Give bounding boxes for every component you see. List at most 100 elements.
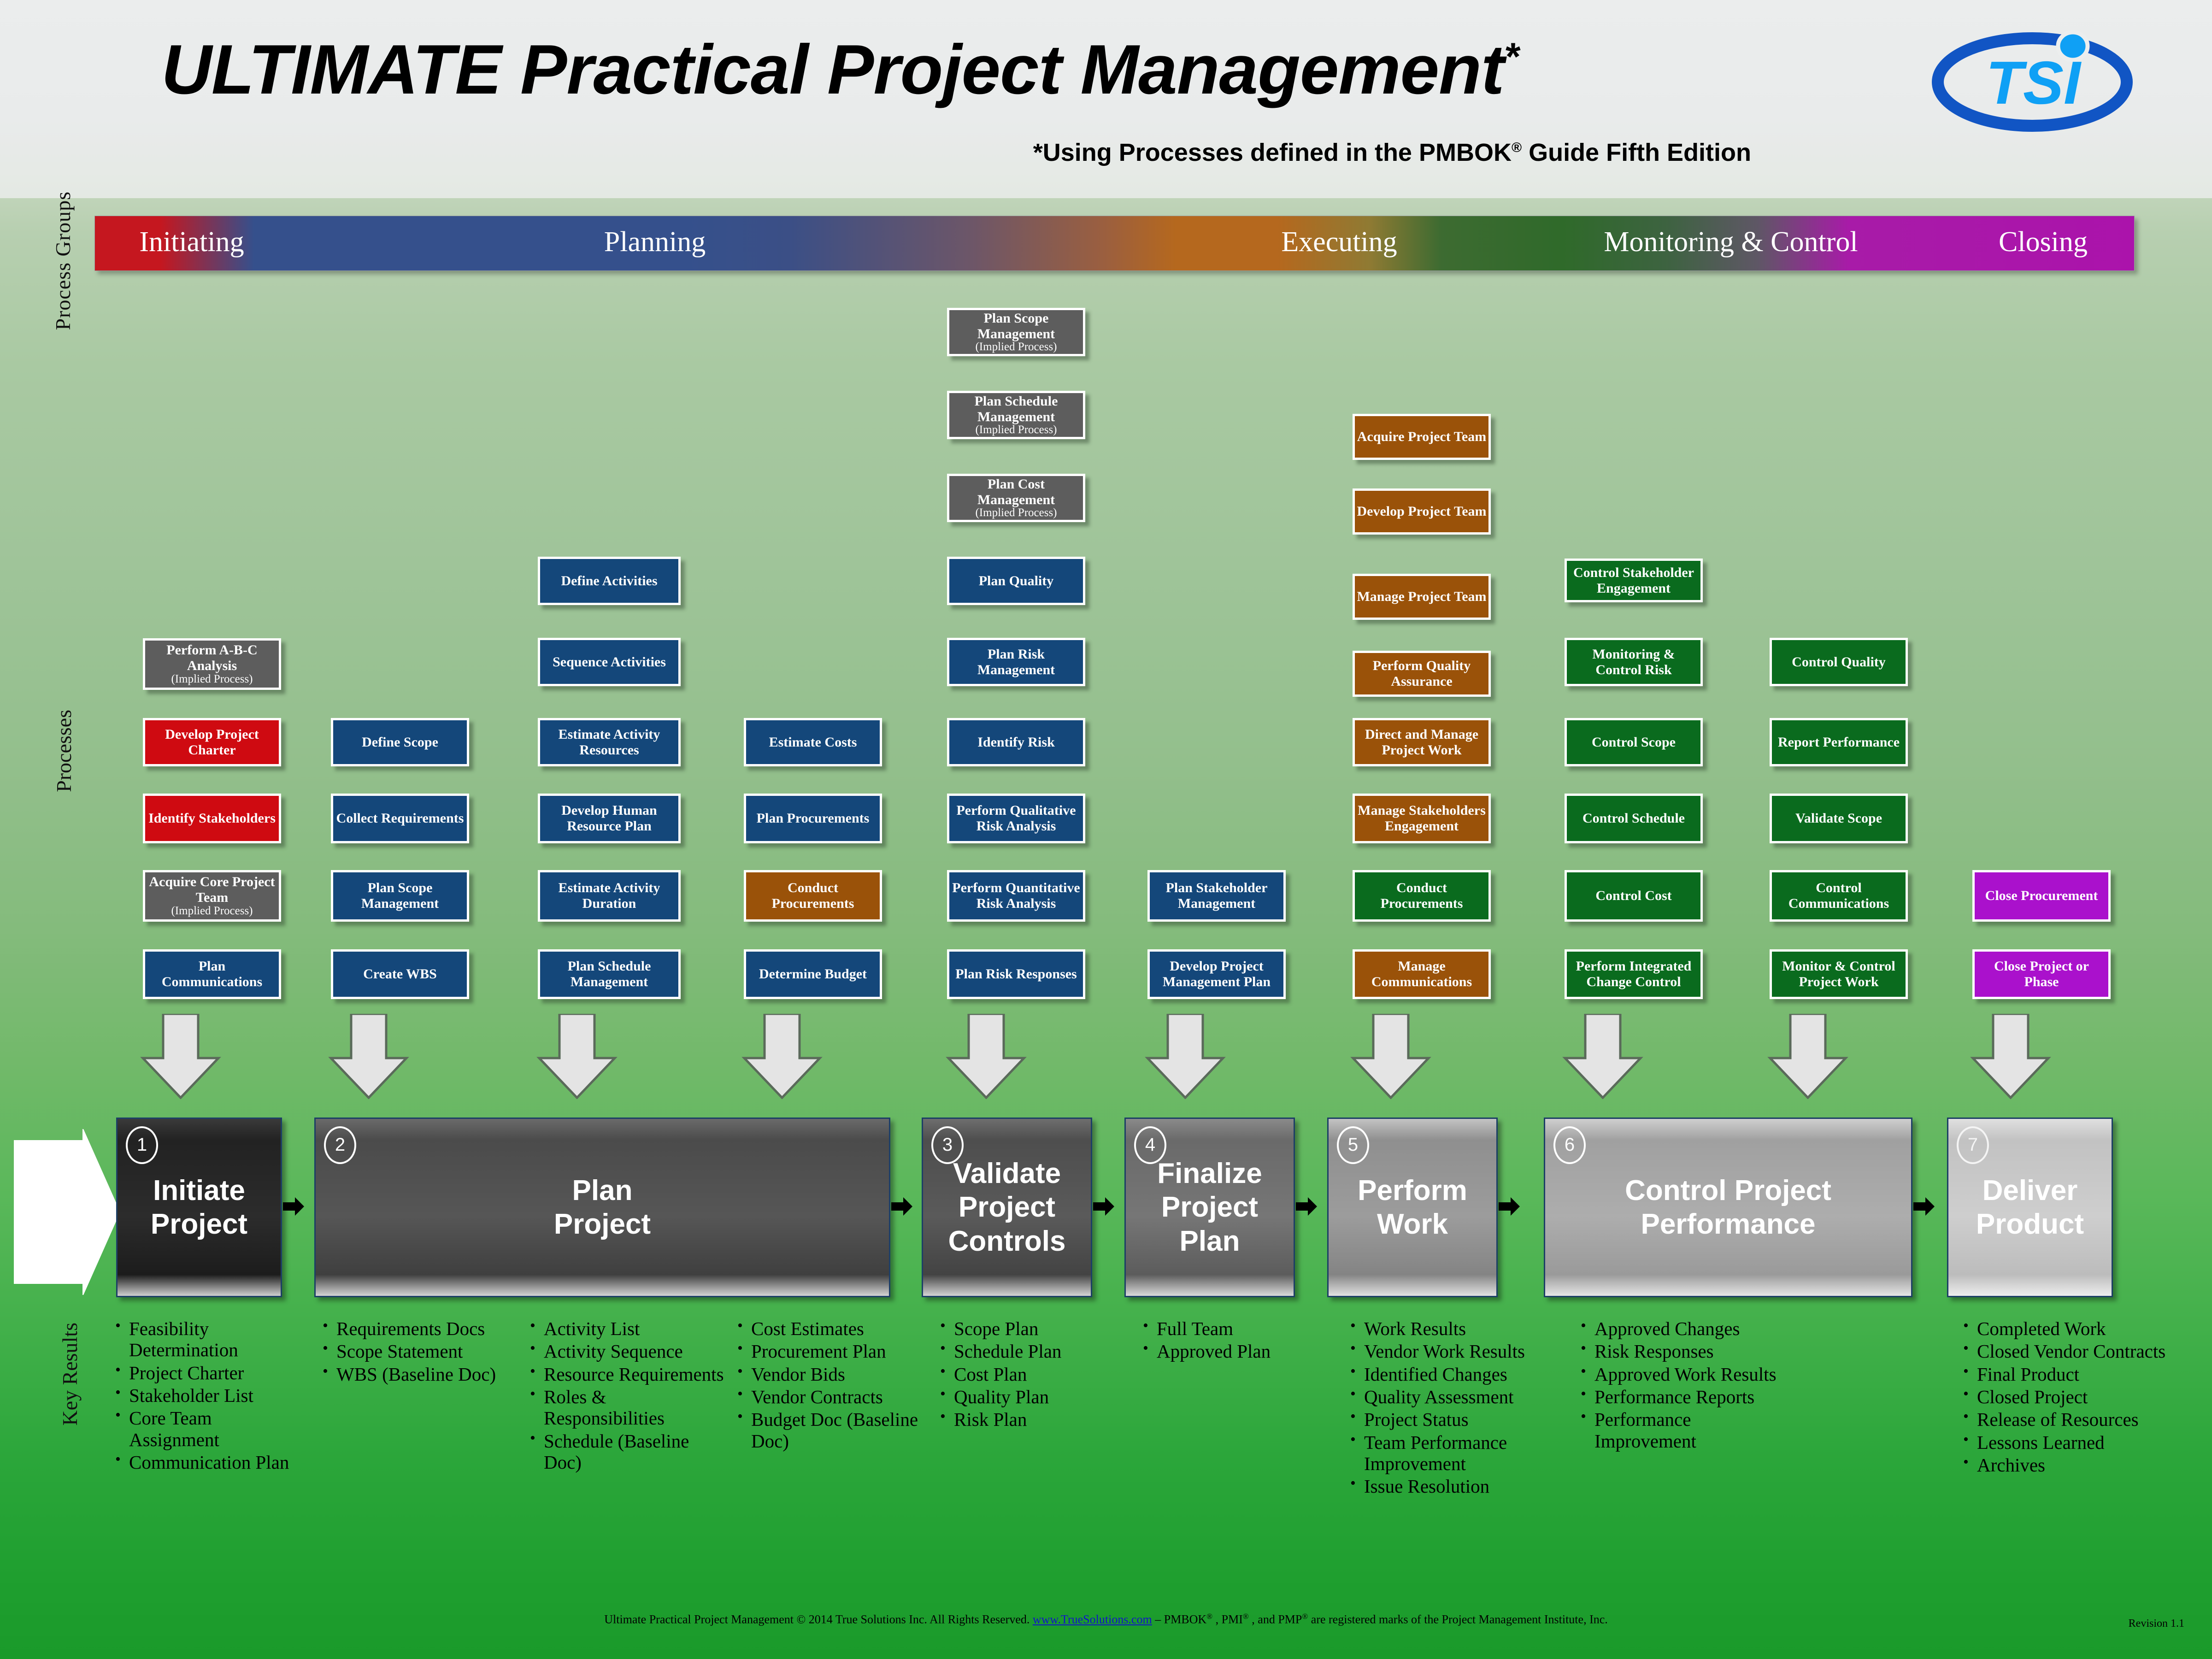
process-box-label: Collect Requirements [336,811,464,826]
process-box-label: Manage Project Team [1357,589,1487,605]
page-subtitle: *Using Processes defined in the PMBOK® G… [645,138,1751,167]
process-box[interactable]: Validate Scope [1770,794,1908,843]
process-box[interactable]: Develop Project Charter [143,718,281,766]
process-box[interactable]: Control Stakeholder Engagement [1565,559,1703,602]
process-box[interactable]: Define Activities [538,557,681,605]
process-box[interactable]: Perform A-B-C Analysis (Implied Process) [143,638,281,690]
process-box[interactable]: Plan Schedule Management [538,949,681,999]
process-box[interactable]: Develop Project Management Plan [1147,949,1286,999]
key-result-item: Core Team Assignment [115,1406,304,1450]
process-box[interactable]: Control Schedule [1565,794,1703,843]
process-box[interactable]: Plan Procurements [744,794,882,843]
key-result-item: Communication Plan [115,1451,304,1473]
truesolutions-link[interactable]: www.TrueSolutions.com [1033,1613,1152,1626]
process-box[interactable]: Estimate Activity Duration [538,870,681,922]
key-result-item: Full Team [1143,1317,1332,1339]
process-box[interactable]: Plan Schedule Management (Implied Process… [947,391,1085,439]
process-box[interactable]: Control Communications [1770,870,1908,922]
process-box[interactable]: Acquire Project Team [1353,414,1491,460]
process-box[interactable]: Acquire Core Project Team (Implied Proces… [143,870,281,922]
process-box[interactable]: Control Scope [1565,718,1703,766]
process-group-initiating: Initiating [139,226,244,258]
process-box[interactable]: Perform Qualitative Risk Analysis [947,794,1085,843]
poster-canvas: ULTIMATE Practical Project Management* *… [0,0,2212,1659]
process-box[interactable]: Manage Project Team [1353,574,1491,620]
process-box[interactable]: Report Performance [1770,718,1908,766]
process-box[interactable]: Collect Requirements [331,794,469,843]
process-group-monitoring-control: Monitoring & Control [1604,226,1858,258]
process-box[interactable]: Perform Integrated Change Control [1565,949,1703,999]
process-box[interactable]: Sequence Activities [538,638,681,686]
key-result-item: Closed Vendor Contracts [1963,1340,2175,1362]
key-result-item: Closed Project [1963,1385,2175,1407]
process-box[interactable]: Close Project or Phase [1972,949,2111,999]
process-box[interactable]: Plan Quality [947,557,1085,605]
step-number-badge: 5 [1337,1126,1369,1164]
key-result-item: Performance Reports [1581,1385,1788,1407]
process-box[interactable]: Plan Stakeholder Management [1147,870,1286,922]
process-box[interactable]: Create WBS [331,949,469,999]
process-box[interactable]: Develop Human Resource Plan [538,794,681,843]
step-box-6[interactable]: 6 Control Project Performance [1544,1118,1912,1297]
process-box[interactable]: Plan Scope Management (Implied Process) [947,308,1085,356]
process-box-label: Monitor & Control Project Work [1782,959,1895,989]
process-box[interactable]: Direct and Manage Project Work [1353,718,1491,766]
process-box[interactable]: Identify Risk [947,718,1085,766]
process-box-label: Plan Scope Management (Implied Process) [951,311,1081,353]
process-box-label: Close Project or Phase [1994,959,2089,989]
axis-label-key-results: Key Results [58,1323,82,1426]
key-result-item: Activity List [530,1317,728,1339]
revision-label: Revision 1.1 [2128,1618,2184,1630]
step-box-7[interactable]: 7 Deliver Product [1947,1118,2113,1297]
key-results-list: Feasibility DeterminationProject Charter… [111,1317,304,1473]
registered-icon-2: ® [1242,1612,1249,1621]
step-box-1[interactable]: 1 Initiate Project [116,1118,282,1297]
process-box-label: Plan Schedule Management [567,959,651,989]
key-result-item: Issue Resolution [1350,1475,1548,1497]
process-box[interactable]: Develop Project Team [1353,488,1491,535]
process-box[interactable]: Plan Scope Management [331,870,469,922]
process-box-label: Plan Risk Responses [955,966,1077,982]
process-box[interactable]: Control Cost [1565,870,1703,922]
step-box-3[interactable]: 3 Validate Project Controls [922,1118,1092,1297]
key-result-item: Cost Plan [940,1363,1129,1385]
key-results-list: Cost EstimatesProcurement PlanVendor Bid… [733,1317,931,1452]
process-box[interactable]: Perform Quality Assurance [1353,651,1491,697]
process-box-label: Plan Schedule Management (Implied Process… [951,394,1081,436]
key-result-item: Performance Improvement [1581,1408,1788,1452]
process-box[interactable]: Estimate Costs [744,718,882,766]
key-results-column: Feasibility DeterminationProject Charter… [111,1317,304,1474]
key-results-column: Completed WorkClosed Vendor ContractsFin… [1959,1317,2175,1477]
process-box[interactable]: Perform Quantitative Risk Analysis [947,870,1085,922]
key-result-item: Risk Responses [1581,1340,1788,1362]
process-box[interactable]: Define Scope [331,718,469,766]
process-box-label: Define Scope [362,734,438,750]
process-box[interactable]: Conduct Procurements [1353,870,1491,922]
process-group-planning: Planning [604,226,706,258]
process-box[interactable]: Close Procurement [1972,870,2111,922]
key-result-item: Scope Plan [940,1317,1129,1339]
process-box[interactable]: Conduct Procurements [744,870,882,922]
process-box[interactable]: Estimate Activity Resources [538,718,681,766]
key-result-item: Vendor Work Results [1350,1340,1548,1362]
process-box[interactable]: Identify Stakeholders [143,794,281,843]
step-box-5[interactable]: 5 Perform Work [1327,1118,1498,1297]
step-box-4[interactable]: 4 Finalize Project Plan [1124,1118,1295,1297]
process-box[interactable]: Determine Budget [744,949,882,999]
process-box[interactable]: Manage Communications [1353,949,1491,999]
footer-trademark-mid: , PMI [1212,1612,1243,1626]
step-box-2[interactable]: 2 Plan Project [314,1118,890,1297]
process-box[interactable]: Control Quality [1770,638,1908,686]
process-box[interactable]: Plan Communications [143,949,281,999]
key-results-column: Requirements DocsScope StatementWBS (Bas… [318,1317,512,1386]
process-box[interactable]: Plan Risk Responses [947,949,1085,999]
process-box[interactable]: Plan Cost Management (Implied Process) [947,474,1085,522]
step-flow-arrow-icon [1093,1196,1114,1217]
step-number-badge: 6 [1553,1126,1586,1164]
key-result-item: Budget Doc (Baseline Doc) [737,1408,931,1452]
process-box[interactable]: Plan Risk Management [947,638,1085,686]
process-box-note: (Implied Process) [975,506,1057,519]
process-box[interactable]: Manage Stakeholders Engagement [1353,794,1491,843]
process-box[interactable]: Monitor & Control Project Work [1770,949,1908,999]
process-box[interactable]: Monitoring & Control Risk [1565,638,1703,686]
